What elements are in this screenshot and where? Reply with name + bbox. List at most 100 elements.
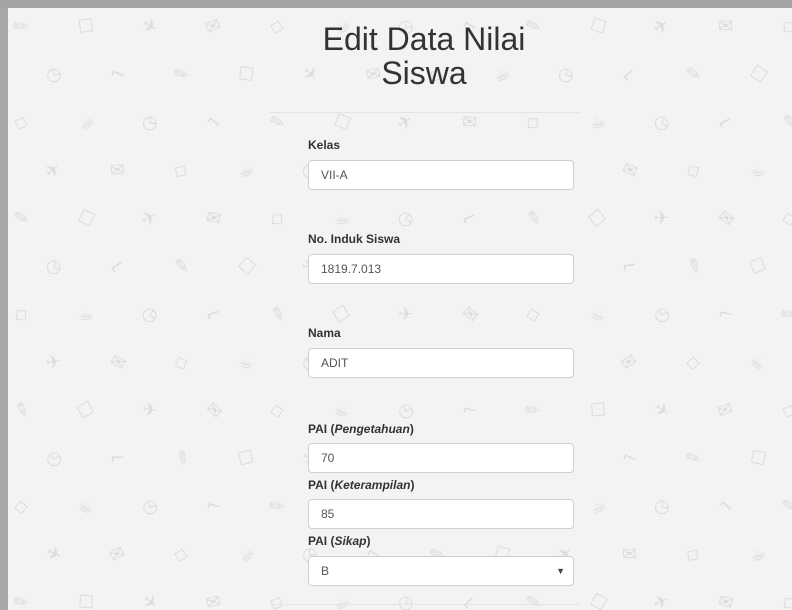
- watch-icon: ◷: [138, 493, 161, 520]
- pencil-icon: ✎: [169, 61, 194, 88]
- tablet-icon: ☐: [584, 205, 611, 232]
- pencil-icon: ✎: [520, 397, 546, 424]
- form-panel: ✎ ☐ ✈ ✉ ◇ ☕ ◷ ⌐ ✎ ☐ ✈ ✉ ◇ ◷ ⌐ ✎ ☐ ✈ ✉ ◇ ☕ ◷ ⌐ ✎ ☐ ✈ ◇ ☕ ◷ ⌐ ✎ ☐ ✈ ✉ ◇ ☕ ◷ ⌐ ✎ ✈…: [8, 8, 792, 610]
- tablet-icon: ☐: [745, 61, 771, 88]
- kelas-value: VII-A: [321, 168, 348, 182]
- send-icon: ✈: [653, 207, 670, 230]
- pai-pengetahuan-value: 70: [321, 451, 335, 465]
- corner-icon: ⌐: [620, 255, 639, 278]
- envelope-icon: ✉: [713, 205, 739, 232]
- chevron-down-icon: ▼: [556, 566, 565, 576]
- pencil-icon: ✎: [10, 397, 33, 424]
- send-icon: ✈: [137, 589, 163, 610]
- pencil-icon: ✎: [524, 591, 543, 610]
- envelope-icon: ✉: [109, 159, 126, 182]
- send-icon: ✈: [650, 589, 673, 610]
- coffee-icon: ☕: [586, 301, 610, 328]
- pencil-icon: ✎: [8, 13, 34, 40]
- nama-label: Nama: [308, 326, 341, 340]
- coffee-icon: ☕: [747, 542, 769, 567]
- nis-input[interactable]: 1819.7.013: [308, 254, 574, 284]
- envelope-icon: ✉: [201, 397, 227, 424]
- divider: [270, 604, 580, 605]
- nama-input[interactable]: ADIT: [308, 348, 574, 378]
- watch-icon: ◷: [43, 62, 64, 87]
- envelope-icon: ✉: [714, 398, 737, 423]
- send-icon: ✈: [40, 157, 66, 184]
- watch-icon: ◷: [137, 301, 163, 328]
- send-icon: ✈: [140, 399, 159, 422]
- corner-icon: ⌐: [460, 398, 480, 423]
- tablet-icon: ☐: [233, 253, 260, 280]
- corner-icon: ⌐: [618, 445, 642, 472]
- tablet-icon: ☐: [76, 14, 96, 39]
- send-icon: ✈: [138, 13, 162, 40]
- coffee-icon: ☕: [330, 397, 355, 424]
- watch-icon: ◷: [649, 301, 674, 328]
- label-emphasis: Pengetahuan: [334, 422, 410, 436]
- tablet-icon: ☐: [74, 205, 99, 232]
- diamond-icon: ◇: [685, 351, 701, 374]
- coffee-icon: ☕: [235, 350, 257, 375]
- tablet-icon: ☐: [746, 253, 770, 280]
- watch-icon: ◷: [141, 111, 158, 134]
- nis-label: No. Induk Siswa: [308, 232, 401, 246]
- diamond-icon: ◇: [8, 302, 33, 328]
- corner-icon: ⌐: [109, 447, 126, 470]
- envelope-icon: ✉: [202, 13, 225, 40]
- envelope-icon: ✉: [460, 111, 479, 134]
- pencil-icon: ✎: [780, 110, 792, 135]
- diamond-icon: ◇: [779, 206, 792, 231]
- watch-icon: ◷: [653, 495, 671, 518]
- tablet-icon: ☐: [586, 589, 611, 610]
- label-prefix: PAI (: [308, 534, 335, 548]
- kelas-input[interactable]: VII-A: [308, 160, 574, 190]
- diamond-icon: ◇: [777, 14, 792, 40]
- diamond-icon: ◇: [776, 590, 792, 610]
- tablet-icon: ☐: [587, 14, 610, 40]
- send-icon: ✈: [649, 13, 674, 40]
- corner-icon: ⌐: [456, 589, 482, 610]
- corner-icon: ⌐: [201, 109, 227, 136]
- diamond-icon: ◇: [170, 350, 192, 375]
- pai-keterampilan-label: PAI (Keterampilan): [308, 478, 414, 492]
- pai-keterampilan-value: 85: [321, 507, 335, 521]
- pencil-icon: ✎: [780, 494, 792, 519]
- envelope-icon: ✉: [203, 590, 224, 610]
- pencil-icon: ✎: [682, 253, 706, 280]
- tablet-icon: ☐: [748, 446, 769, 471]
- coffee-icon: ☕: [585, 493, 611, 520]
- page-title-line2: Siswa: [381, 55, 467, 91]
- pencil-icon: ✎: [685, 63, 702, 86]
- pencil-icon: ✎: [267, 110, 288, 135]
- watch-icon: ◷: [43, 253, 66, 280]
- send-icon: ✈: [42, 541, 66, 568]
- label-suffix: ): [410, 478, 415, 492]
- tablet-icon: ☐: [77, 591, 95, 610]
- corner-icon: ⌐: [202, 302, 224, 327]
- envelope-icon: ✉: [715, 590, 736, 610]
- pencil-icon: ✎: [12, 206, 31, 231]
- diamond-icon: ◇: [172, 542, 190, 567]
- coffee-icon: ☕: [77, 303, 95, 326]
- envelope-icon: ✉: [457, 301, 483, 328]
- send-icon: ✈: [393, 109, 418, 136]
- nis-value: 1819.7.013: [321, 262, 382, 276]
- corner-icon: ⌐: [106, 61, 129, 88]
- corner-icon: ⌐: [105, 253, 130, 280]
- pai-pengetahuan-input[interactable]: 70: [308, 443, 574, 473]
- envelope-icon: ✉: [105, 541, 129, 568]
- pai-sikap-select[interactable]: B ▼: [308, 556, 574, 586]
- diamond-icon: ◇: [264, 206, 289, 232]
- diamond-icon: ◇: [681, 158, 705, 184]
- corner-icon: ⌐: [716, 303, 735, 326]
- pai-keterampilan-input[interactable]: 85: [308, 499, 574, 529]
- window-frame-left: [0, 0, 8, 610]
- label-emphasis: Sikap: [334, 534, 367, 548]
- label-prefix: PAI (: [308, 422, 335, 436]
- corner-icon: ⌐: [713, 109, 737, 136]
- pencil-icon: ✎: [681, 445, 705, 472]
- pencil-icon: ✎: [267, 302, 289, 327]
- pencil-icon: ✎: [9, 589, 34, 610]
- envelope-icon: ✉: [617, 349, 642, 376]
